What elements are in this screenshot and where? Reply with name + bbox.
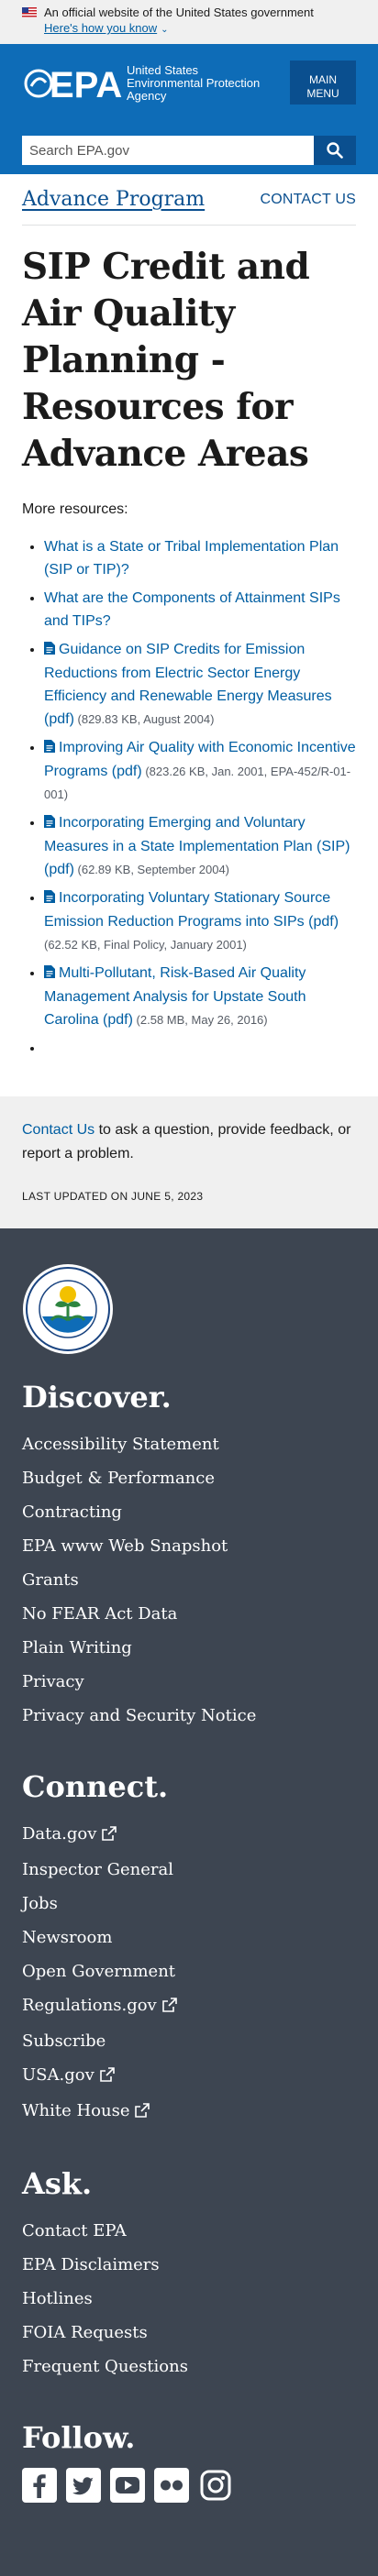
footer-link-epa-www-web-snapshot[interactable]: EPA www Web Snapshot (22, 1529, 356, 1563)
advance-program-link[interactable]: Advance Program (22, 188, 205, 211)
resource-item: Incorporating Voluntary Stationary Sourc… (44, 886, 356, 956)
external-link-icon (161, 1990, 177, 2024)
connect-heading: Connect. (22, 1769, 169, 1804)
footer-link-privacy-and-security-notice[interactable]: Privacy and Security Notice (22, 1699, 356, 1733)
footer-link-grants[interactable]: Grants (22, 1563, 356, 1597)
chevron-down-icon: ⌄ (161, 25, 169, 35)
contact-band: Contact Us to ask a question, provide fe… (0, 1096, 378, 1228)
agency-name: United States Environmental Protection A… (127, 63, 261, 103)
contact-us-band-link[interactable]: Contact Us (22, 1122, 94, 1138)
search-button[interactable] (314, 136, 356, 165)
footer-link-epa-disclaimers[interactable]: EPA Disclaimers (22, 2248, 356, 2282)
gov-banner: An official website of the United States… (0, 0, 378, 44)
resource-meta: (2.58 MB, May 26, 2016) (132, 1013, 268, 1027)
us-flag-icon (22, 7, 37, 17)
footer-link-contact-epa[interactable]: Contact EPA (22, 2214, 356, 2248)
empty-list-item (44, 1037, 356, 1060)
program-subnav: Advance Program CONTACT US (22, 174, 356, 226)
footer-link-contracting[interactable]: Contracting (22, 1495, 356, 1529)
page-title: SIP Credit and Air Quality Planning - Re… (22, 246, 310, 475)
search-input[interactable] (22, 136, 314, 165)
site-header: EPA United States Environmental Protecti… (0, 44, 378, 174)
footer-link-subscribe[interactable]: Subscribe (22, 2024, 356, 2058)
resource-item: What is a State or Tribal Implementation… (44, 535, 356, 581)
connect-list: Data.gov Inspector General Jobs Newsroom Ope… (22, 1817, 356, 2130)
search-icon (327, 142, 343, 159)
discover-list: Accessibility Statement Budget & Performa… (22, 1427, 356, 1733)
follow-heading: Follow. (22, 2420, 136, 2455)
epa-logo-icon: EPA (24, 65, 122, 105)
twitter-icon[interactable] (66, 2468, 101, 2503)
pdf-file-icon (44, 737, 55, 760)
pdf-file-icon (44, 963, 55, 985)
footer-link-jobs[interactable]: Jobs (22, 1887, 356, 1921)
resource-list: What is a State or Tribal Implementation… (22, 535, 356, 1060)
external-link-icon (102, 1819, 117, 1853)
last-updated: LAST UPDATED ON JUNE 5, 2023 (22, 1190, 204, 1203)
footer-link-data-gov[interactable]: Data.gov (22, 1817, 356, 1853)
intro-text: More resources: (22, 501, 128, 517)
resource-meta: (62.89 KB, September 2004) (73, 863, 230, 876)
resource-meta: (62.52 KB, Final Policy, January 2001) (44, 938, 247, 952)
flickr-icon[interactable] (154, 2468, 189, 2503)
pdf-file-icon (44, 812, 55, 835)
resource-link[interactable]: Incorporating Voluntary Stationary Sourc… (44, 890, 339, 930)
pdf-file-icon (44, 887, 55, 910)
facebook-icon[interactable] (22, 2468, 57, 2503)
main-content: Advance Program CONTACT US SIP Credit an… (0, 174, 378, 1096)
ask-heading: Ask. (22, 2166, 93, 2201)
how-you-know-label: Here's how you know (44, 21, 158, 35)
footer-link-usa-gov[interactable]: USA.gov (22, 2058, 356, 2094)
footer-link-open-government[interactable]: Open Government (22, 1954, 356, 1988)
resource-item: Incorporating Emerging and Voluntary Mea… (44, 811, 356, 881)
footer-link-no-fear-act-data[interactable]: No FEAR Act Data (22, 1597, 356, 1631)
external-link-icon (135, 2096, 150, 2130)
footer-link-white-house[interactable]: White House (22, 2094, 356, 2130)
site-footer: Discover. Accessibility Statement Budget … (0, 1228, 378, 2576)
footer-link-accessibility-statement[interactable]: Accessibility Statement (22, 1427, 356, 1461)
footer-link-privacy[interactable]: Privacy (22, 1665, 356, 1699)
resource-link[interactable]: What are the Components of Attainment SI… (44, 590, 340, 629)
epa-seal-icon[interactable] (22, 1263, 114, 1355)
discover-heading: Discover. (22, 1380, 172, 1415)
epa-logo-link[interactable]: EPA United States Environmental Protecti… (22, 62, 264, 105)
main-menu-button[interactable]: MAIN MENU (290, 61, 356, 105)
external-link-icon (99, 2060, 115, 2094)
resource-item: Guidance on SIP Credits for Emission Red… (44, 638, 356, 731)
social-links (22, 2468, 356, 2503)
official-website-text: An official website of the United States… (44, 6, 314, 19)
youtube-icon[interactable] (110, 2468, 145, 2503)
resource-meta: (829.83 KB, August 2004) (73, 712, 215, 726)
instagram-icon[interactable] (198, 2468, 233, 2503)
how-you-know-toggle[interactable]: Here's how you know ⌄ (22, 20, 358, 39)
contact-us-link[interactable]: CONTACT US (260, 192, 356, 208)
footer-link-hotlines[interactable]: Hotlines (22, 2282, 356, 2316)
resource-link[interactable]: What is a State or Tribal Implementation… (44, 539, 339, 578)
contact-text: Contact Us to ask a question, provide fe… (22, 1122, 351, 1161)
resource-item: What are the Components of Attainment SI… (44, 587, 356, 633)
svg-text:EPA: EPA (50, 65, 122, 105)
footer-link-newsroom[interactable]: Newsroom (22, 1921, 356, 1954)
pdf-file-icon (44, 639, 55, 662)
footer-link-plain-writing[interactable]: Plain Writing (22, 1631, 356, 1665)
resource-item: Multi-Pollutant, Risk-Based Air Quality … (44, 962, 356, 1031)
ask-list: Contact EPA EPA Disclaimers Hotlines FOIA R… (22, 2214, 356, 2383)
search-form (22, 136, 356, 165)
footer-link-foia-requests[interactable]: FOIA Requests (22, 2316, 356, 2350)
footer-link-regulations-gov[interactable]: Regulations.gov (22, 1988, 356, 2024)
footer-link-budget-performance[interactable]: Budget & Performance (22, 1461, 356, 1495)
resource-item: Improving Air Quality with Economic Ince… (44, 736, 356, 806)
footer-link-frequent-questions[interactable]: Frequent Questions (22, 2350, 356, 2383)
footer-link-inspector-general[interactable]: Inspector General (22, 1853, 356, 1887)
